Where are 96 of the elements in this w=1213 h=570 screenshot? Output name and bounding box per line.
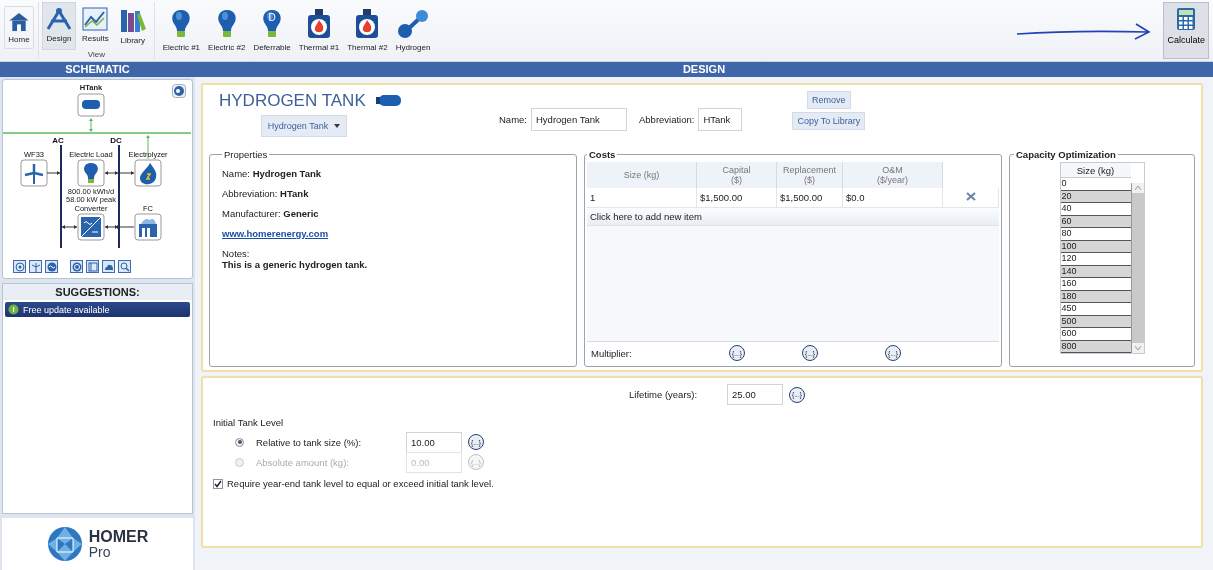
notes-label: Notes: bbox=[222, 248, 250, 259]
load-button[interactable]: Thermal #1 bbox=[294, 6, 344, 55]
bus-label: DC bbox=[110, 136, 122, 145]
cloud-icon[interactable] bbox=[102, 260, 115, 273]
section-title: Initial Tank Level bbox=[213, 417, 285, 428]
load-button[interactable]: D Deferrable bbox=[249, 6, 295, 55]
multiplier-label: Multiplier: bbox=[590, 347, 633, 359]
notes-text: This is a generic hydrogen tank. bbox=[222, 259, 369, 270]
size-entry[interactable]: 600 bbox=[1060, 328, 1131, 341]
component-node[interactable] bbox=[20, 159, 48, 187]
calculate-button[interactable]: Calculate bbox=[1163, 2, 1209, 59]
wind-turbine-icon bbox=[23, 162, 45, 185]
suggestions-title: SUGGESTIONS: bbox=[3, 284, 192, 300]
coin-icon[interactable] bbox=[70, 260, 83, 273]
load-button[interactable]: Hydrogen bbox=[391, 6, 435, 55]
view-tab[interactable]: Results bbox=[78, 2, 113, 50]
size-entry[interactable]: 450 bbox=[1060, 303, 1131, 316]
load-button[interactable]: Thermal #2 bbox=[343, 6, 392, 55]
component-node[interactable] bbox=[77, 213, 105, 241]
column-header: Size (kg) bbox=[1060, 163, 1131, 178]
tank-node[interactable] bbox=[77, 93, 105, 117]
load-button[interactable]: Electric #2 bbox=[204, 6, 250, 55]
column-header: Replacement ($) bbox=[777, 162, 843, 188]
target-icon[interactable] bbox=[13, 260, 26, 273]
component-node[interactable] bbox=[134, 213, 162, 241]
flame-box-icon bbox=[355, 9, 380, 39]
component-node[interactable] bbox=[134, 159, 162, 187]
panel-legend: Capacity Optimization bbox=[1014, 149, 1118, 160]
wind-turbine-icon[interactable] bbox=[29, 260, 42, 273]
logo-name: HOMER bbox=[88, 529, 149, 545]
name-field[interactable]: Hydrogen Tank bbox=[531, 108, 627, 131]
delete-icon[interactable] bbox=[965, 192, 976, 201]
suggestion-item[interactable]: Free update available bbox=[5, 302, 190, 317]
checkbox-label: Require year-end tank level to equal or exceed initial tank level. bbox=[227, 478, 494, 489]
logo-icon bbox=[46, 526, 83, 562]
size-entry[interactable]: 40 bbox=[1060, 203, 1131, 216]
light-bulb-icon bbox=[216, 9, 237, 39]
field-label: Name: bbox=[499, 114, 527, 125]
action-button[interactable]: Copy To Library bbox=[792, 112, 866, 130]
droplet-icon bbox=[140, 163, 157, 185]
line-chart-icon bbox=[82, 7, 109, 31]
lifetime-field[interactable]: 25.00 bbox=[727, 384, 783, 405]
size-entry[interactable]: 80 bbox=[1060, 228, 1131, 241]
compass-icon bbox=[46, 7, 72, 31]
value-field[interactable]: 10.00 bbox=[406, 431, 462, 453]
component-title: HYDROGEN TANK bbox=[219, 91, 366, 111]
field-label: Lifetime (years): bbox=[629, 389, 699, 400]
molecule-icon bbox=[397, 9, 430, 39]
wave-icon[interactable] bbox=[45, 260, 58, 273]
action-button[interactable]: Remove bbox=[807, 91, 851, 109]
checkbox[interactable] bbox=[213, 478, 223, 489]
connector-arrow bbox=[61, 225, 78, 229]
books-icon bbox=[118, 7, 147, 33]
logo-edition: Pro bbox=[88, 545, 112, 559]
home-button[interactable]: Home bbox=[4, 6, 34, 49]
panel-legend: Properties bbox=[222, 149, 270, 160]
property-line: Name: Hydrogen Tank bbox=[222, 168, 323, 179]
calculator-icon bbox=[1176, 7, 1197, 31]
property-line: Manufacturer: Generic bbox=[222, 208, 320, 219]
property-line: Abbreviation: HTank bbox=[222, 188, 310, 199]
light-bulb-icon bbox=[84, 163, 98, 183]
panel-title: SCHEMATIC bbox=[64, 62, 131, 77]
size-entry[interactable]: 160 bbox=[1060, 278, 1131, 291]
fuel-cell-icon bbox=[139, 219, 157, 237]
column-header: Size (kg) bbox=[587, 162, 697, 188]
bus-label: AC bbox=[52, 136, 64, 145]
house-icon bbox=[8, 11, 30, 32]
radio-button[interactable] bbox=[235, 437, 244, 447]
load-button[interactable]: Electric #1 bbox=[158, 6, 205, 55]
column-header: O&M ($/year) bbox=[843, 162, 943, 188]
size-entry[interactable]: 120 bbox=[1060, 253, 1131, 266]
website-link[interactable]: www.homerenergy.com bbox=[222, 228, 572, 239]
view-tab[interactable]: Library bbox=[114, 2, 151, 50]
type-dropdown[interactable]: Hydrogen Tank bbox=[260, 115, 348, 137]
panel-legend: Costs bbox=[587, 149, 618, 160]
caret-icon bbox=[334, 124, 341, 128]
component-node[interactable] bbox=[77, 159, 105, 187]
field-label: Abbreviation: bbox=[639, 114, 695, 125]
size-entry[interactable]: 0 bbox=[1060, 178, 1131, 191]
magnifier-icon[interactable] bbox=[118, 260, 131, 273]
view-tab[interactable]: Design bbox=[42, 2, 76, 50]
tank-icon bbox=[375, 94, 404, 108]
light-bulb-icon bbox=[171, 9, 192, 39]
check-icon bbox=[214, 479, 222, 488]
connector-arrow bbox=[46, 171, 61, 175]
option-label: Relative to tank size (%): bbox=[256, 436, 363, 448]
converter-icon bbox=[80, 216, 102, 238]
option-label: Absolute amount (kg): bbox=[256, 456, 350, 468]
column-header: Capital ($) bbox=[697, 162, 777, 188]
abbreviation-field[interactable]: HTank bbox=[698, 108, 743, 131]
window-icon[interactable] bbox=[86, 260, 99, 273]
info-dot-icon bbox=[8, 304, 19, 315]
panel-title: DESIGN bbox=[682, 62, 726, 77]
group-label: View bbox=[87, 50, 105, 59]
flame-box-icon bbox=[307, 9, 331, 39]
add-item-row[interactable]: Click here to add new item bbox=[587, 208, 999, 226]
